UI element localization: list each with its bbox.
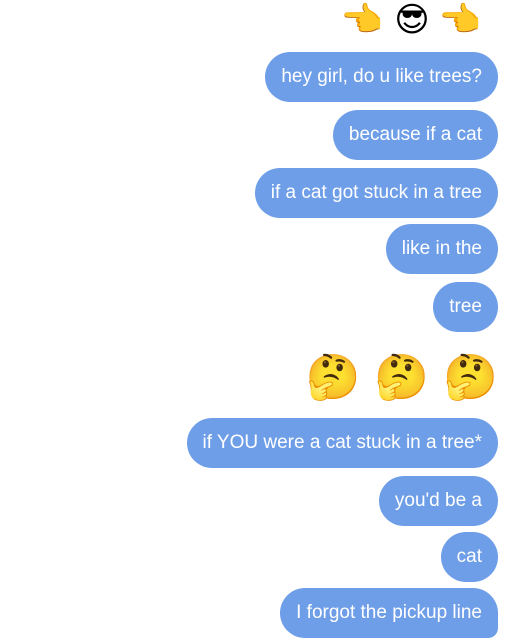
message-bubble[interactable]: tree bbox=[433, 282, 498, 332]
message-bubble[interactable]: you'd be a bbox=[378, 476, 498, 526]
pointing-hand-icon: 👉 bbox=[439, 0, 482, 40]
message-bubble[interactable]: if YOU were a cat stuck in a tree* bbox=[186, 418, 498, 468]
thinking-face-icon: 🤔 bbox=[443, 352, 498, 403]
message-thread: 👉 😎 👉 hey girl, do u like trees? because… bbox=[0, 0, 512, 642]
message-bubble[interactable]: hey girl, do u like trees? bbox=[265, 52, 498, 102]
thinking-face-icon: 🤔 bbox=[305, 352, 361, 403]
message-bubble[interactable]: because if a cat bbox=[332, 110, 498, 160]
sunglasses-face-icon: 😎 bbox=[394, 0, 430, 40]
thinking-face-icon: 🤔 bbox=[374, 352, 430, 403]
emoji-reaction-row-thinking: 🤔 🤔 🤔 bbox=[306, 352, 498, 404]
pointing-hand-icon: 👉 bbox=[341, 0, 385, 40]
message-bubble[interactable]: cat bbox=[440, 532, 498, 582]
message-bubble[interactable]: I forgot the pickup line bbox=[280, 588, 498, 638]
emoji-reaction-row-top: 👉 😎 👉 bbox=[342, 0, 482, 40]
message-bubble[interactable]: if a cat got stuck in a tree bbox=[254, 168, 498, 218]
message-bubble[interactable]: like in the bbox=[385, 224, 498, 274]
